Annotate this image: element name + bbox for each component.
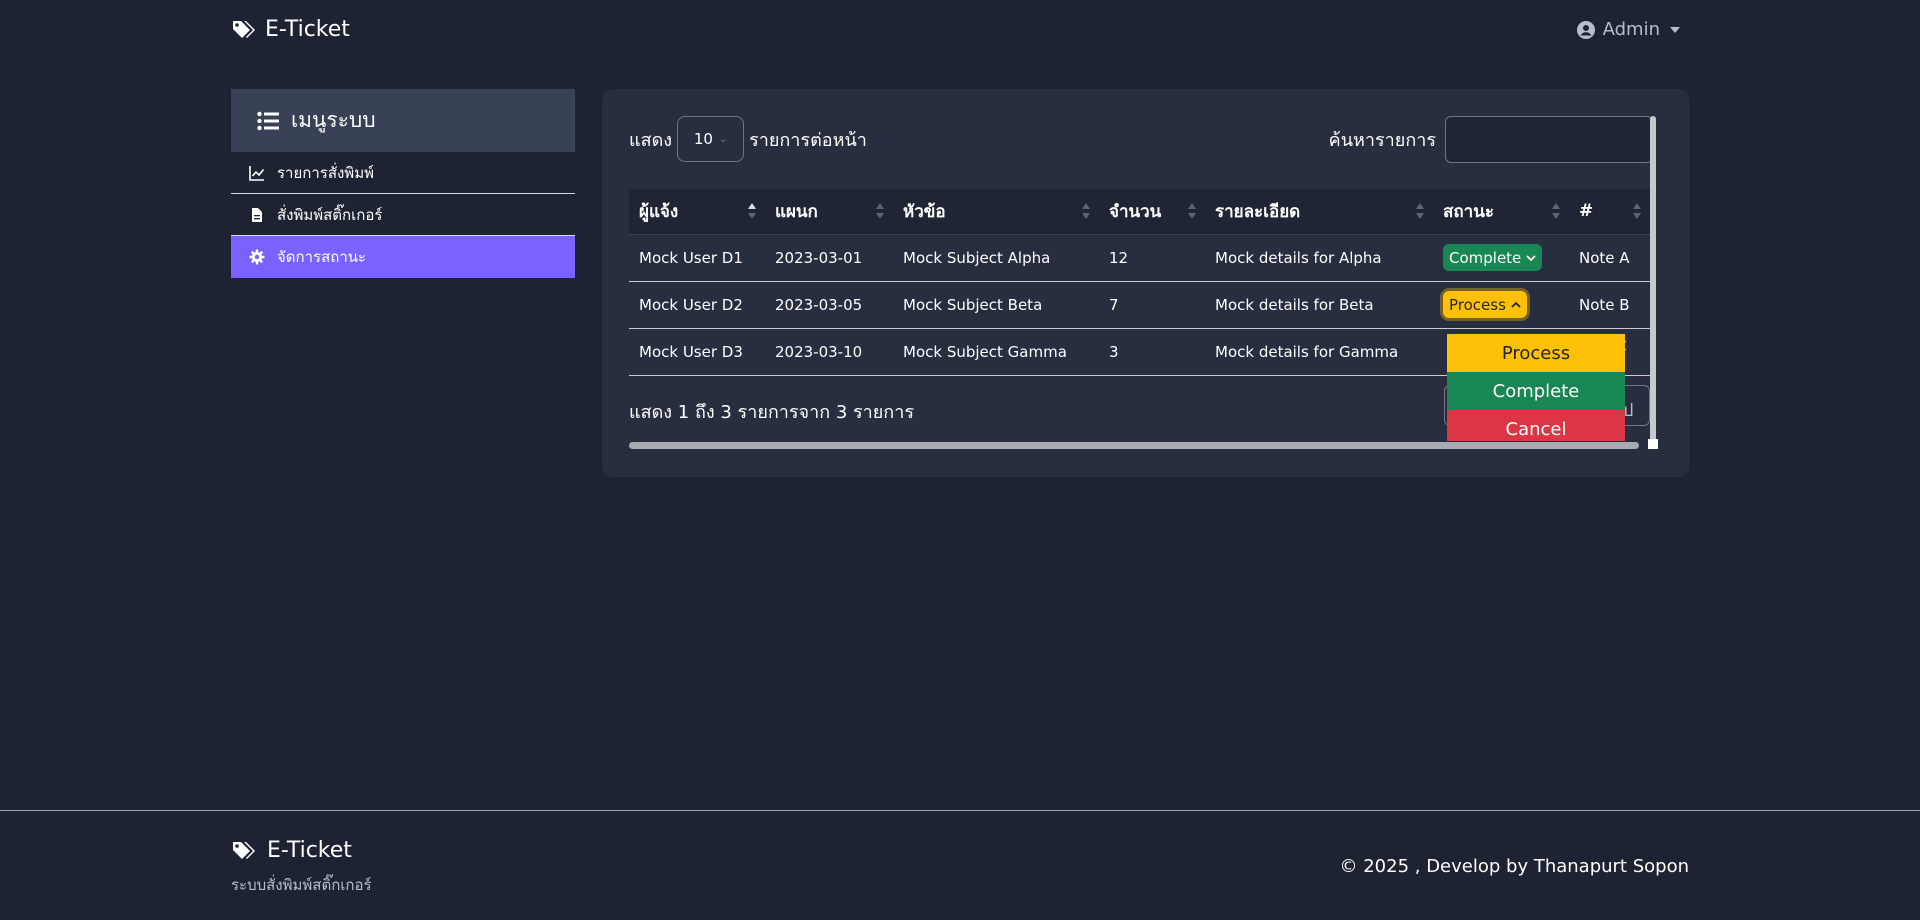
user-circle-icon [1576,20,1595,39]
footer-brand-text: E-Ticket [267,838,352,863]
vertical-scrollbar[interactable] [1650,116,1656,441]
cell-status: Process [1433,281,1569,329]
cell-subject: Mock Subject Alpha [893,234,1099,282]
cell-note: Note A [1569,234,1650,282]
cell-quantity: 7 [1099,281,1205,329]
status-dropdown-button[interactable]: Complete [1443,244,1543,271]
file-icon [252,207,262,222]
status-label: Process [1449,295,1506,314]
brand-text: E-Ticket [265,17,350,42]
sort-icon [1552,203,1560,219]
user-menu-dropdown[interactable]: Admin [1576,19,1680,40]
page-length-control: แสดง 10 ⌄ รายการต่อหน้า [629,116,867,162]
footer-brand: E-Ticket [231,838,352,863]
sidebar-item-print-list[interactable]: รายการสั่งพิมพ์ [231,152,575,194]
column-header-department[interactable]: แผนก [765,189,893,235]
sidebar-item-label: จัดการสถานะ [277,248,367,266]
cell-status: Complete [1433,234,1569,282]
cell-quantity: 3 [1099,328,1205,376]
cell-details: Mock details for Alpha [1205,234,1433,282]
cell-subject: Mock Subject Gamma [893,328,1099,376]
sidebar-item-label: รายการสั่งพิมพ์ [277,163,374,182]
footer-subtitle: ระบบสั่งพิมพ์สติ๊กเกอร์ [231,876,372,894]
sidebar: เมนูระบบ รายการสั่งพิมพ์ สั่งพิมพ์สติ๊กเ… [231,89,575,278]
sidebar-item-manage-status[interactable]: จัดการสถานะ [231,236,575,278]
navbar-brand[interactable]: E-Ticket [231,17,350,42]
dropdown-item-complete[interactable]: Complete [1447,372,1625,410]
sort-icon [1633,203,1641,219]
sidebar-item-print-sticker[interactable]: สั่งพิมพ์สติ๊กเกอร์ [231,194,575,236]
column-header-details[interactable]: รายละเอียด [1205,189,1433,235]
sort-icon [1082,203,1090,219]
column-header-quantity[interactable]: จำนวน [1099,189,1205,235]
status-label: Complete [1449,248,1522,267]
column-header-subject[interactable]: หัวข้อ [893,189,1099,235]
tags-icon [233,20,255,38]
page-length-select[interactable]: 10 ⌄ [677,116,745,162]
cell-quantity: 12 [1099,234,1205,282]
dropdown-item-process[interactable]: Process [1447,334,1625,372]
cell-reporter: Mock User D2 [629,281,765,329]
table-info: แสดง 1 ถึง 3 รายการจาก 3 รายการ [629,402,914,423]
cell-note: Note B [1569,281,1650,329]
page-length-prefix: แสดง [629,129,673,151]
cell-subject: Mock Subject Beta [893,281,1099,329]
user-name: Admin [1602,19,1660,40]
top-navbar: E-Ticket Admin [0,0,1920,62]
scroll-corner [1648,439,1658,449]
column-header-status[interactable]: สถานะ [1433,189,1569,235]
table-header-row: ผู้แจ้ง แผนก หัวข้อ จำนวน รายละเอียด สถา… [629,189,1650,235]
search-label: ค้นหารายการ [1328,130,1436,151]
sidebar-header: เมนูระบบ [231,89,575,152]
cell-details: Mock details for Gamma [1205,328,1433,376]
sort-icon [1416,203,1424,219]
cell-details: Mock details for Beta [1205,281,1433,329]
chevron-up-icon [1511,301,1521,308]
status-dropdown-button[interactable]: Process [1443,291,1527,318]
gear-icon [249,249,265,265]
chevron-down-icon [1526,254,1536,261]
sort-icon [1188,203,1196,219]
cell-department: 2023-03-05 [765,281,893,329]
table-row: Mock User D2 2023-03-05 Mock Subject Bet… [629,281,1650,329]
cell-department: 2023-03-10 [765,328,893,376]
sort-icon [876,203,884,219]
chart-line-icon [249,165,265,181]
footer: E-Ticket ระบบสั่งพิมพ์สติ๊กเกอร์ © 2025 … [0,810,1920,920]
list-icon [257,111,279,130]
sort-asc-icon [748,203,756,219]
horizontal-scrollbar[interactable] [629,442,1639,449]
cell-reporter: Mock User D1 [629,234,765,282]
sidebar-title: เมนูระบบ [291,108,376,132]
tags-icon [233,841,255,859]
search-control: ค้นหารายการ [1329,116,1653,163]
status-dropdown-menu: Process Complete Cancel [1447,334,1625,441]
search-input[interactable] [1445,116,1653,163]
footer-copyright: © 2025 , Develop by Thanapurt Sopon [1339,856,1690,877]
sidebar-item-label: สั่งพิมพ์สติ๊กเกอร์ [277,205,383,224]
column-header-note[interactable]: # [1569,189,1650,235]
cell-reporter: Mock User D3 [629,328,765,376]
page-length-suffix: รายการต่อหน้า [749,129,867,151]
table-row: Mock User D1 2023-03-01 Mock Subject Alp… [629,234,1650,282]
caret-down-icon [1670,26,1680,33]
page-length-value: 10 [693,130,713,148]
dropdown-item-cancel[interactable]: Cancel [1447,410,1625,441]
cell-department: 2023-03-01 [765,234,893,282]
column-header-reporter[interactable]: ผู้แจ้ง [629,189,765,235]
chevron-down-icon: ⌄ [718,133,728,145]
